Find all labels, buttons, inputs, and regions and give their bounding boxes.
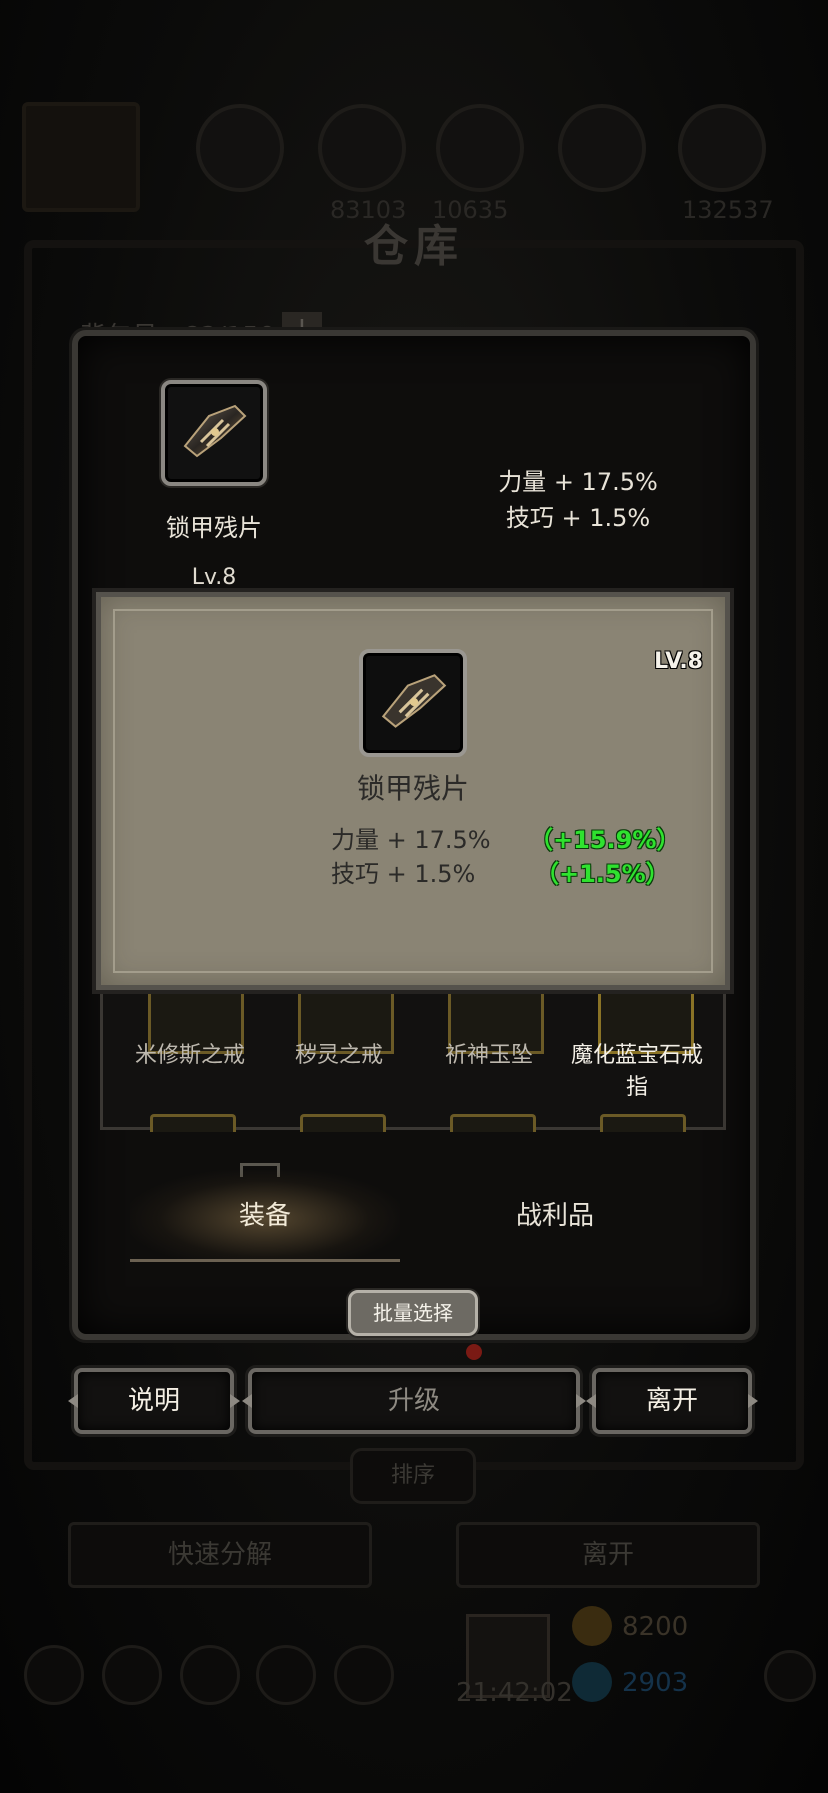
gold-coin-icon xyxy=(572,1606,612,1646)
stat-line: 力量 + 17.5% xyxy=(331,826,491,854)
chain-fragment-icon xyxy=(381,674,447,728)
menu-icon[interactable] xyxy=(256,1645,316,1705)
compare-item-icon xyxy=(359,649,467,757)
resource-icon xyxy=(678,104,766,192)
menu-icon[interactable] xyxy=(24,1645,84,1705)
item-level: Lv.8 xyxy=(191,565,237,590)
warehouse-leave-button[interactable]: 离开 xyxy=(456,1522,760,1588)
avatar xyxy=(22,102,140,212)
compare-bonus: （+15.9%） （+1.5%） xyxy=(529,823,680,891)
inventory-item-name: 祈神玉坠 xyxy=(444,1043,533,1068)
help-button[interactable]: 说明 xyxy=(74,1368,234,1434)
resource-icon xyxy=(436,104,524,192)
add-icon[interactable] xyxy=(764,1650,816,1702)
item-icon[interactable] xyxy=(161,380,267,486)
menu-icon[interactable] xyxy=(102,1645,162,1705)
bonus-line: （+1.5%） xyxy=(535,860,670,888)
quick-decompose-button[interactable]: 快速分解 xyxy=(68,1522,372,1588)
resource-icon xyxy=(318,104,406,192)
compare-item-name: 锁甲残片 xyxy=(356,772,469,805)
stat-line: 技巧 + 1.5% xyxy=(331,860,476,888)
gem-icon xyxy=(572,1662,612,1702)
page-title: 仓库 xyxy=(364,221,464,272)
stat-line: 力量 + 17.5% xyxy=(498,468,658,496)
gem-count: 2903 xyxy=(622,1668,689,1698)
tab-equipment[interactable]: 装备 xyxy=(130,1170,400,1262)
compare-card: LV.8 锁甲残片 力量 + 17.5% 技巧 + 1.5% （+15.9%） … xyxy=(96,592,730,990)
tab-bar: 装备 战利品 xyxy=(130,1170,690,1262)
menu-icon[interactable] xyxy=(334,1645,394,1705)
gold-count: 8200 xyxy=(622,1612,689,1642)
inventory-item-name: 秽灵之戒 xyxy=(294,1043,383,1068)
chain-fragment-icon xyxy=(183,404,247,458)
stat-line: 技巧 + 1.5% xyxy=(505,504,651,532)
item-stats: 力量 + 17.5% 技巧 + 1.5% xyxy=(458,464,698,536)
bonus-line: （+15.9%） xyxy=(529,826,681,854)
notification-dot xyxy=(466,1344,482,1360)
inventory-slot[interactable] xyxy=(150,1114,236,1132)
batch-select-button[interactable]: 批量选择 xyxy=(348,1290,478,1336)
inventory-item-name: 魔化蓝宝石戒指 xyxy=(570,1043,703,1100)
inventory-slot[interactable] xyxy=(300,1114,386,1132)
inventory-slot[interactable] xyxy=(450,1114,536,1132)
menu-icon[interactable] xyxy=(180,1645,240,1705)
compare-level: LV.8 xyxy=(654,649,703,674)
inventory-slot[interactable] xyxy=(600,1114,686,1132)
leave-button[interactable]: 离开 xyxy=(592,1368,752,1434)
tab-loot[interactable]: 战利品 xyxy=(420,1170,690,1262)
compare-stats: 力量 + 17.5% 技巧 + 1.5% xyxy=(331,823,491,891)
item-name: 锁甲残片 xyxy=(166,514,262,542)
item-header: 锁甲残片 Lv.8 xyxy=(154,380,274,590)
resource-icon xyxy=(558,104,646,192)
resource-icon xyxy=(196,104,284,192)
sort-button[interactable]: 排序 xyxy=(350,1448,476,1504)
inventory-item-name: 米修斯之戒 xyxy=(134,1043,245,1068)
timer: 21:42:02 xyxy=(456,1678,573,1708)
upgrade-button[interactable]: 升级 xyxy=(248,1368,580,1434)
